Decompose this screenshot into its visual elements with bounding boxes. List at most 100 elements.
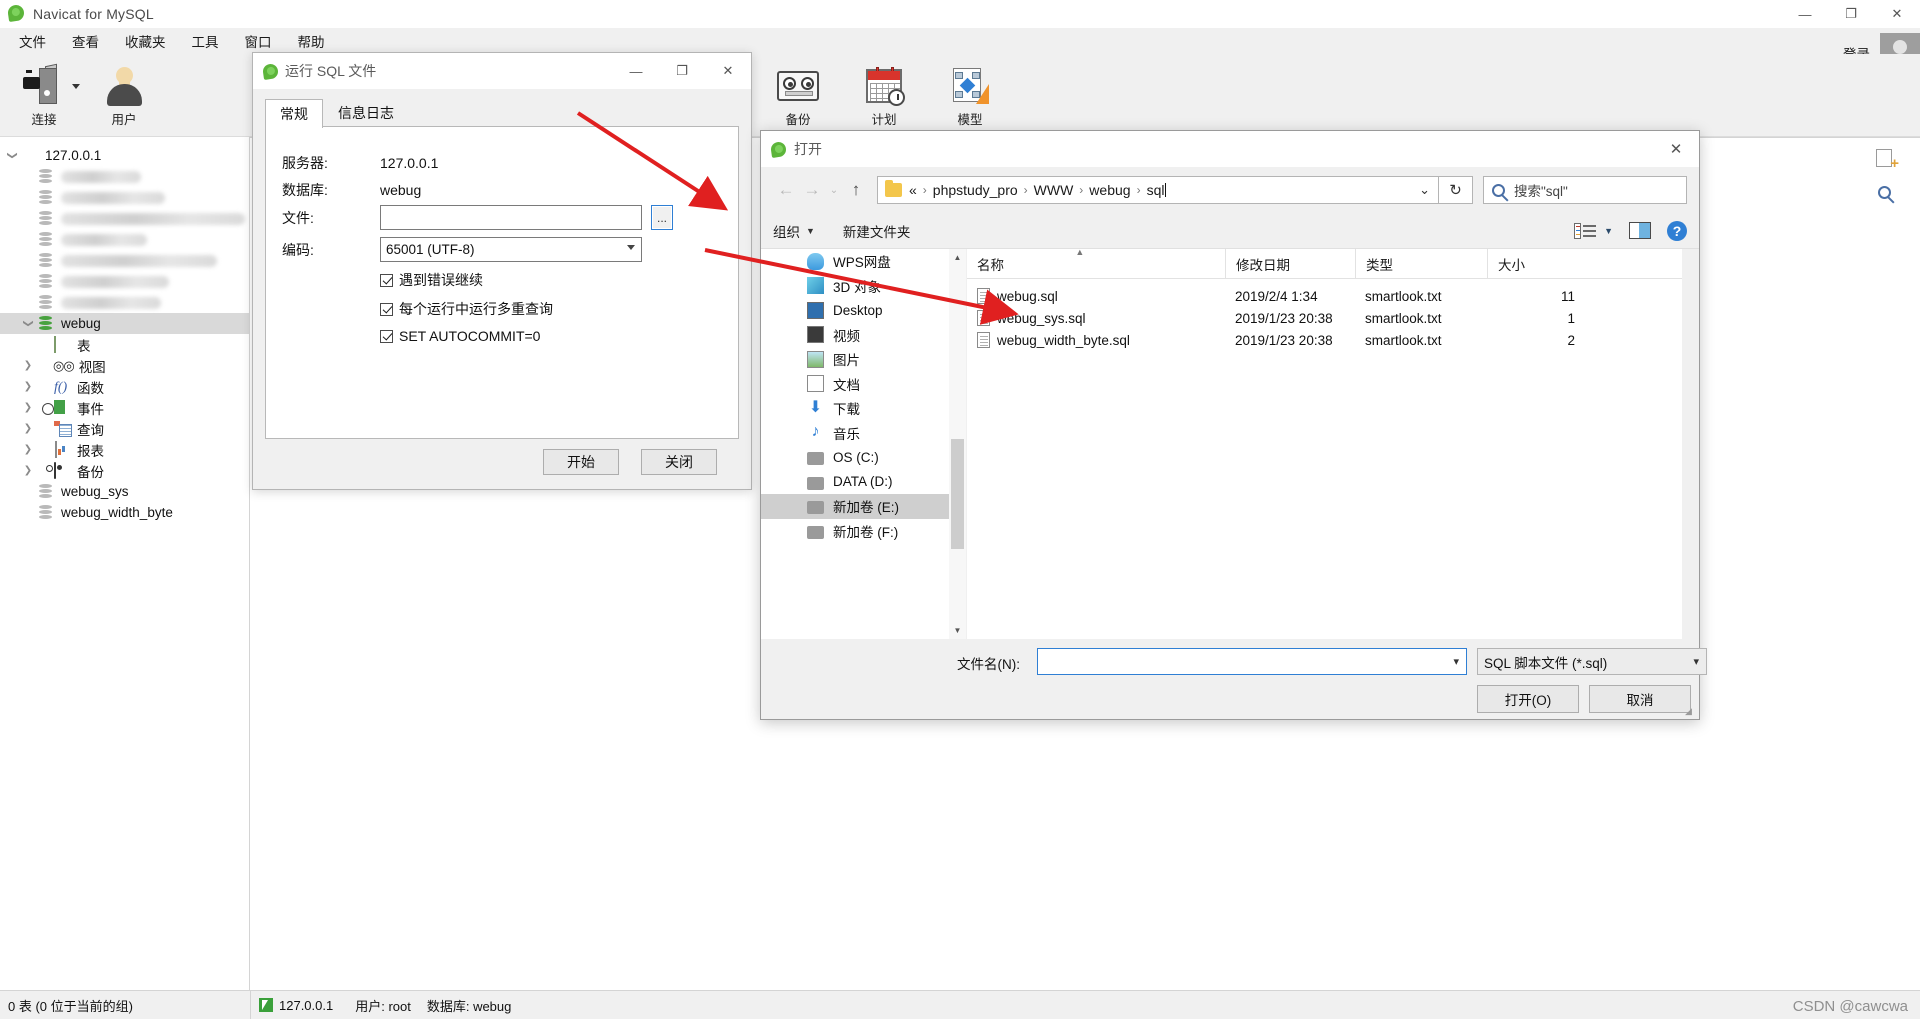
new-folder-button[interactable]: 新建文件夹 bbox=[843, 221, 911, 241]
recent-locations-icon[interactable]: ⌄ bbox=[825, 177, 843, 203]
sql-dialog-maximize-button[interactable]: ❐ bbox=[659, 53, 705, 89]
file-input[interactable] bbox=[380, 205, 642, 230]
tree-item-db-blurred[interactable] bbox=[0, 187, 249, 208]
tree-item-webug-width-byte[interactable]: webug_width_byte bbox=[0, 502, 249, 523]
back-icon[interactable]: ← bbox=[773, 177, 799, 203]
breadcrumb-prefix[interactable]: « bbox=[909, 182, 917, 198]
sidebar-item-os-c[interactable]: OS (C:) bbox=[761, 445, 966, 470]
tree-item-backups[interactable]: 备份 bbox=[0, 460, 249, 481]
search-icon[interactable] bbox=[1872, 180, 1896, 204]
maximize-button[interactable]: ❐ bbox=[1828, 0, 1874, 28]
toolbar-schedule[interactable]: 计划 bbox=[846, 58, 922, 134]
file-list-item[interactable]: webug_width_byte.sql 2019/1/23 20:38 sma… bbox=[967, 329, 1682, 351]
filetype-select[interactable]: SQL 脚本文件 (*.sql) ▾ bbox=[1477, 648, 1707, 675]
menu-favorites[interactable]: 收藏夹 bbox=[112, 28, 179, 54]
menu-view[interactable]: 查看 bbox=[59, 28, 112, 54]
change-view-button[interactable]: ▼ bbox=[1574, 222, 1613, 239]
tree-item-db-blurred[interactable] bbox=[0, 271, 249, 292]
sql-dialog-minimize-button[interactable]: — bbox=[613, 53, 659, 89]
checkbox-continue-on-error[interactable]: 遇到错误继续 bbox=[380, 270, 483, 290]
resize-grip-icon[interactable]: ◢ bbox=[1685, 706, 1695, 716]
column-name[interactable]: ▲ 名称 bbox=[967, 247, 1225, 279]
toolbar-user[interactable]: 用户 bbox=[86, 58, 162, 134]
tree-item-functions[interactable]: f() 函数 bbox=[0, 376, 249, 397]
tree-item-db-blurred[interactable] bbox=[0, 229, 249, 250]
column-modified[interactable]: 修改日期 bbox=[1225, 248, 1355, 279]
checkbox-multi-queries[interactable]: 每个运行中运行多重查询 bbox=[380, 299, 553, 319]
sidebar-item-music[interactable]: ♪ 音乐 bbox=[761, 421, 966, 446]
browse-button[interactable]: ... bbox=[651, 205, 673, 230]
breadcrumb-part-2[interactable]: WWW bbox=[1034, 182, 1074, 198]
tree-item-db-blurred[interactable] bbox=[0, 250, 249, 271]
minimize-button[interactable]: — bbox=[1782, 0, 1828, 28]
sidebar-item-data-d[interactable]: DATA (D:) bbox=[761, 470, 966, 495]
chevron-right-icon[interactable] bbox=[20, 381, 36, 392]
breadcrumb-part-4[interactable]: sql bbox=[1147, 182, 1165, 198]
encoding-select[interactable]: 65001 (UTF-8) bbox=[380, 237, 642, 262]
forward-icon[interactable]: → bbox=[799, 177, 825, 203]
chevron-right-icon[interactable] bbox=[20, 402, 36, 413]
scroll-up-icon[interactable]: ▲ bbox=[949, 249, 966, 266]
checkbox-autocommit[interactable]: SET AUTOCOMMIT=0 bbox=[380, 328, 540, 344]
tree-item-events[interactable]: 事件 bbox=[0, 397, 249, 418]
tree-item-db-blurred[interactable] bbox=[0, 208, 249, 229]
chevron-right-icon[interactable] bbox=[20, 423, 36, 434]
scrollbar-thumb[interactable] bbox=[951, 439, 964, 549]
tree-item-tables[interactable]: 表 bbox=[0, 334, 249, 355]
file-list-item[interactable]: webug.sql 2019/2/4 1:34 smartlook.txt 11 bbox=[967, 285, 1682, 307]
tree-item-db-blurred[interactable] bbox=[0, 166, 249, 187]
menu-tools[interactable]: 工具 bbox=[179, 28, 232, 54]
sidebar-item-videos[interactable]: 视频 bbox=[761, 323, 966, 348]
chevron-down-icon[interactable] bbox=[4, 150, 20, 161]
sidebar-item-pictures[interactable]: 图片 bbox=[761, 347, 966, 372]
column-type[interactable]: 类型 bbox=[1355, 248, 1487, 279]
start-button[interactable]: 开始 bbox=[543, 449, 619, 475]
toolbar-backup[interactable]: 备份 bbox=[760, 58, 836, 134]
scroll-down-icon[interactable]: ▼ bbox=[949, 622, 966, 639]
menu-file[interactable]: 文件 bbox=[6, 28, 59, 54]
chevron-right-icon[interactable] bbox=[20, 465, 36, 476]
cancel-button[interactable]: 取消 bbox=[1589, 685, 1691, 713]
sidebar-scrollbar[interactable]: ▲ ▼ bbox=[949, 249, 966, 639]
sidebar-item-volume-f[interactable]: 新加卷 (F:) bbox=[761, 519, 966, 544]
tree-item-queries[interactable]: 查询 bbox=[0, 418, 249, 439]
tree-item-views[interactable]: ◎◎ 视图 bbox=[0, 355, 249, 376]
toolbar-connection[interactable]: 连接 bbox=[6, 58, 82, 134]
tree-item-webug-sys[interactable]: webug_sys bbox=[0, 481, 249, 502]
sidebar-item-wps[interactable]: WPS网盘 bbox=[761, 249, 966, 274]
sidebar-item-downloads[interactable]: ⬇ 下载 bbox=[761, 396, 966, 421]
sql-dialog-close-button[interactable]: ✕ bbox=[705, 53, 751, 89]
add-object-icon[interactable]: + bbox=[1876, 148, 1899, 171]
refresh-icon[interactable]: ↻ bbox=[1439, 176, 1473, 204]
preview-pane-icon[interactable] bbox=[1629, 222, 1651, 239]
chevron-down-icon[interactable] bbox=[72, 84, 80, 89]
column-size[interactable]: 大小 bbox=[1487, 248, 1597, 279]
sidebar-item-desktop[interactable]: Desktop bbox=[761, 298, 966, 323]
help-icon[interactable]: ? bbox=[1667, 220, 1687, 241]
close-dialog-button[interactable]: 关闭 bbox=[641, 449, 717, 475]
up-icon[interactable]: ↑ bbox=[843, 177, 869, 203]
search-input[interactable]: 搜索"sql" bbox=[1483, 176, 1687, 204]
file-list-item[interactable]: webug_sys.sql 2019/1/23 20:38 smartlook.… bbox=[967, 307, 1682, 329]
chevron-right-icon[interactable] bbox=[20, 444, 36, 455]
tab-message-log[interactable]: 信息日志 bbox=[323, 98, 409, 127]
open-dialog-close-button[interactable]: ✕ bbox=[1653, 131, 1699, 167]
breadcrumb-part-1[interactable]: phpstudy_pro bbox=[933, 182, 1018, 198]
close-button[interactable]: ✕ bbox=[1874, 0, 1920, 28]
chevron-right-icon[interactable] bbox=[20, 360, 36, 371]
open-button[interactable]: 打开(O) bbox=[1477, 685, 1579, 713]
sidebar-item-volume-e[interactable]: 新加卷 (E:) bbox=[761, 494, 966, 519]
menu-help[interactable]: 帮助 bbox=[285, 28, 338, 54]
sidebar-item-3d-objects[interactable]: 3D 对象 bbox=[761, 274, 966, 299]
tree-item-db-blurred[interactable] bbox=[0, 292, 249, 313]
breadcrumb-part-3[interactable]: webug bbox=[1089, 182, 1130, 198]
tree-item-host[interactable]: 127.0.0.1 bbox=[0, 145, 249, 166]
tree-item-reports[interactable]: 报表 bbox=[0, 439, 249, 460]
menu-window[interactable]: 窗口 bbox=[232, 28, 285, 54]
chevron-down-icon[interactable]: ▾ bbox=[1453, 655, 1459, 668]
sidebar-item-documents[interactable]: 文档 bbox=[761, 372, 966, 397]
organize-button[interactable]: 组织 ▼ bbox=[773, 221, 815, 241]
chevron-down-icon[interactable] bbox=[20, 318, 36, 329]
chevron-down-icon[interactable]: ⌄ bbox=[1419, 182, 1430, 198]
toolbar-model[interactable]: 模型 bbox=[932, 58, 1008, 134]
